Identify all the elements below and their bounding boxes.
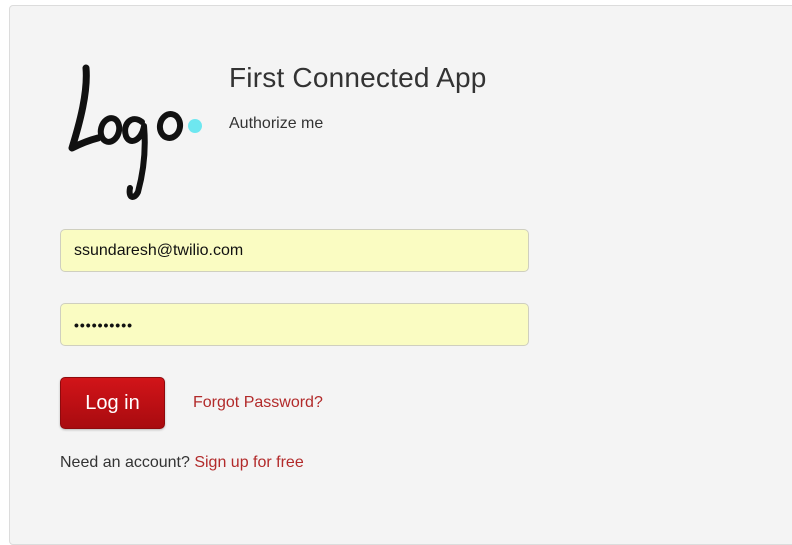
signup-prompt: Need an account? — [60, 454, 190, 471]
signup-link[interactable]: Sign up for free — [194, 454, 303, 471]
app-title: First Connected App — [229, 62, 487, 93]
login-button[interactable]: Log in — [60, 377, 165, 429]
signup-row: Need an account? Sign up for free — [60, 454, 304, 472]
email-input[interactable] — [60, 229, 529, 272]
password-input[interactable] — [60, 303, 529, 346]
app-subtitle: Authorize me — [229, 115, 324, 132]
app-logo — [58, 52, 208, 202]
logo-wordmark-icon — [68, 64, 202, 200]
forgot-password-link[interactable]: Forgot Password? — [193, 394, 323, 412]
